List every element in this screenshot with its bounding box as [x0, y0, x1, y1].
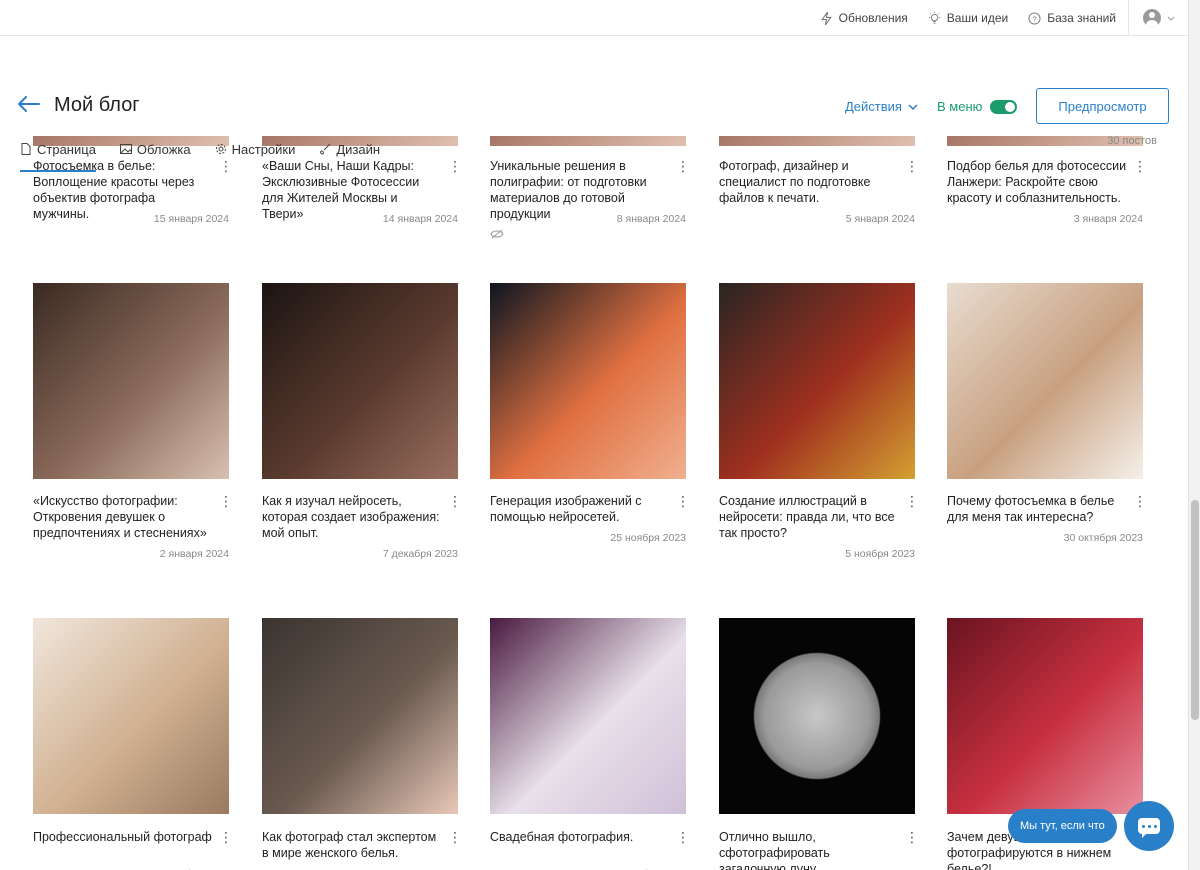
post-title[interactable]: Как я изучал нейросеть, которая создает …: [262, 493, 442, 541]
page-header: Мой блог Действия В меню Предпросмотр 30…: [0, 36, 1188, 172]
post-title[interactable]: Создание иллюстраций в нейросети: правда…: [719, 493, 899, 541]
ideas-label: Ваши идеи: [946, 11, 1009, 25]
in-menu-toggle-group: В меню: [937, 99, 1018, 114]
chat-icon: [1138, 818, 1160, 838]
page-title: Мой блог: [54, 94, 140, 116]
scrollbar-thumb[interactable]: [1191, 500, 1199, 720]
more-options-icon[interactable]: ⋮: [219, 830, 233, 844]
post-thumbnail[interactable]: [262, 283, 458, 479]
tab-label: Страница: [37, 141, 96, 157]
lightbulb-icon: [928, 11, 940, 24]
post-thumbnail[interactable]: [719, 618, 915, 814]
tab-label: Настройки: [231, 141, 296, 157]
post-title[interactable]: Свадебная фотография.: [490, 829, 670, 845]
post-date: 15 января 2024: [153, 213, 229, 225]
tab-cover[interactable]: Обложка: [119, 136, 191, 162]
post-title[interactable]: Профессиональный фотограф: [33, 829, 213, 845]
help-circle-icon: ?: [1028, 11, 1041, 25]
post-thumbnail[interactable]: [719, 283, 915, 479]
post-thumbnail[interactable]: [33, 618, 229, 814]
tab-bar: Страница Обложка Настройки Дизайн: [20, 136, 380, 172]
updates-link[interactable]: Обновления: [820, 11, 908, 25]
tab-label: Обложка: [136, 141, 191, 157]
post-date: 2 января 2024: [159, 548, 229, 560]
post-title[interactable]: Отлично вышло, сфотографировать загадочн…: [719, 829, 899, 870]
tab-label: Дизайн: [336, 141, 381, 157]
preview-button[interactable]: Предпросмотр: [1036, 88, 1169, 124]
tab-design[interactable]: Дизайн: [319, 136, 380, 162]
tab-page[interactable]: Страница: [20, 136, 96, 172]
post-date: 5 ноября 2023: [845, 548, 915, 560]
post-title[interactable]: Подбор белья для фотосессии Ланжери: Рас…: [947, 158, 1127, 206]
page-icon: [20, 143, 32, 155]
lightning-icon: [820, 11, 832, 25]
post-date: 8 января 2024: [616, 213, 686, 225]
post-date: 5 января 2024: [845, 213, 915, 225]
post-title[interactable]: «Искусство фотографии: Откровения девуше…: [33, 493, 213, 541]
top-bar: Обновления Ваши идеи ? База знаний: [0, 0, 1188, 36]
knowledge-label: База знаний: [1047, 11, 1116, 25]
post-title[interactable]: Почему фотосъемка в белье для меня так и…: [947, 493, 1127, 525]
more-options-icon[interactable]: ⋮: [905, 494, 919, 508]
chevron-down-icon: [908, 103, 918, 110]
post-date: 14 января 2024: [382, 213, 458, 225]
image-icon: [119, 143, 132, 155]
more-options-icon[interactable]: ⋮: [219, 494, 233, 508]
eye-off-icon: [490, 229, 504, 242]
more-options-icon[interactable]: ⋮: [448, 494, 462, 508]
more-options-icon[interactable]: ⋮: [448, 830, 462, 844]
avatar: [1142, 9, 1161, 27]
post-title[interactable]: Генерация изображений с помощью нейросет…: [490, 493, 670, 525]
post-thumbnail[interactable]: [490, 618, 686, 814]
post-date: 3 января 2024: [1073, 213, 1143, 225]
post-thumbnail[interactable]: [262, 618, 458, 814]
more-options-icon[interactable]: ⋮: [905, 159, 919, 173]
chat-button[interactable]: [1124, 801, 1174, 851]
tab-settings[interactable]: Настройки: [215, 136, 296, 162]
actions-label: Действия: [845, 99, 902, 114]
more-options-icon[interactable]: ⋮: [1133, 159, 1147, 173]
more-options-icon[interactable]: ⋮: [905, 830, 919, 844]
post-thumbnail[interactable]: [947, 283, 1143, 479]
more-options-icon[interactable]: ⋮: [448, 159, 462, 173]
post-date: 7 декабря 2023: [382, 548, 458, 560]
ideas-link[interactable]: Ваши идеи: [928, 11, 1008, 25]
posts-count: 30 постов: [1107, 135, 1157, 147]
post-thumbnail[interactable]: [33, 283, 229, 479]
post-thumbnail[interactable]: [490, 283, 686, 479]
chat-bubble-text[interactable]: Мы тут, если что: [1008, 809, 1117, 843]
post-date: 30 октября 2023: [1063, 532, 1143, 544]
updates-label: Обновления: [838, 11, 908, 25]
svg-text:?: ?: [1033, 14, 1037, 23]
post-title[interactable]: Как фотограф стал экспертом в мире женск…: [262, 829, 442, 861]
back-arrow-icon[interactable]: [18, 94, 40, 116]
in-menu-toggle[interactable]: [990, 99, 1018, 114]
scrollbar[interactable]: [1188, 0, 1200, 870]
post-date: 25 ноября 2023: [610, 532, 686, 544]
gear-icon: [215, 143, 227, 155]
more-options-icon[interactable]: ⋮: [676, 494, 690, 508]
in-menu-label: В меню: [937, 99, 983, 114]
post-title[interactable]: Фотограф, дизайнер и специалист по подго…: [719, 158, 899, 206]
more-options-icon[interactable]: ⋮: [676, 159, 690, 173]
brush-icon: [319, 143, 331, 155]
more-options-icon[interactable]: ⋮: [676, 830, 690, 844]
account-menu[interactable]: [1128, 0, 1188, 36]
actions-dropdown[interactable]: Действия: [845, 99, 918, 114]
more-options-icon[interactable]: ⋮: [1133, 494, 1147, 508]
post-thumbnail[interactable]: [947, 618, 1143, 814]
chevron-down-icon: [1167, 16, 1174, 21]
knowledge-link[interactable]: ? База знаний: [1028, 11, 1116, 25]
